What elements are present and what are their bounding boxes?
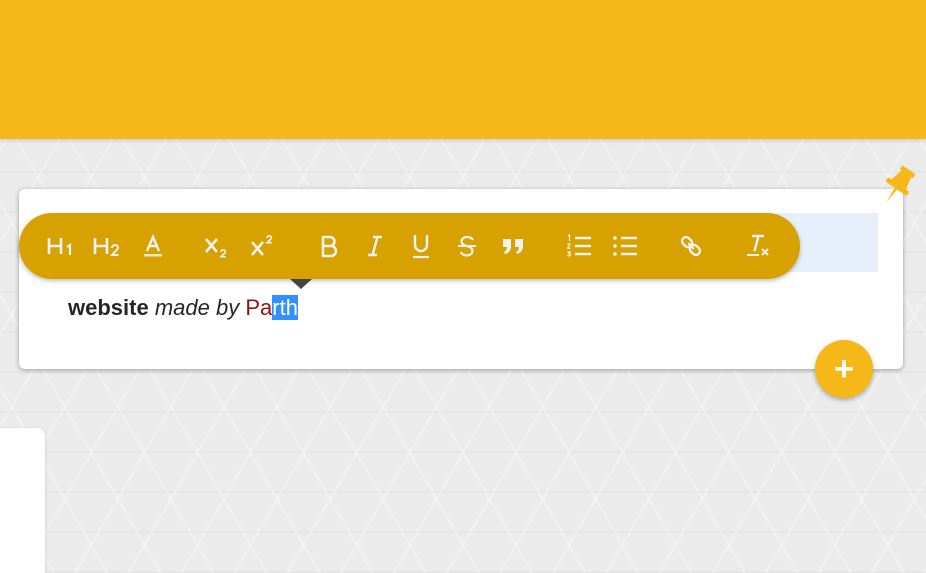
plus-icon: + — [834, 350, 854, 388]
superscript-button[interactable] — [247, 231, 279, 261]
bullet-list-button[interactable] — [609, 231, 641, 261]
heading-2-button[interactable] — [91, 231, 123, 261]
heading-1-button[interactable] — [45, 231, 77, 261]
clear-format-button[interactable] — [741, 231, 773, 261]
italic-button[interactable] — [359, 231, 391, 261]
text-color-button[interactable] — [137, 231, 169, 261]
toolbar-pointer-arrow — [290, 279, 312, 289]
app-header-bar — [0, 0, 926, 139]
add-note-button[interactable]: + — [815, 340, 873, 398]
link-button[interactable] — [675, 231, 707, 261]
bold-text: website — [68, 295, 149, 320]
pin-icon[interactable] — [872, 162, 922, 212]
clear-format-icon — [743, 232, 771, 260]
italic-text: made by — [154, 295, 240, 320]
bold-button[interactable] — [313, 231, 345, 261]
underline-icon — [409, 232, 433, 260]
ordered-list-button[interactable] — [563, 231, 595, 261]
side-note-card[interactable] — [0, 428, 45, 573]
selected-text: rth — [272, 295, 298, 320]
blockquote-button[interactable] — [497, 231, 529, 261]
subscript-button[interactable] — [201, 231, 233, 261]
h2-icon — [92, 234, 122, 258]
subscript-icon — [202, 233, 232, 259]
link-icon — [677, 232, 705, 260]
format-toolbar — [19, 213, 800, 279]
h1-icon — [46, 234, 76, 258]
strikethrough-button[interactable] — [451, 231, 483, 261]
bullet-list-icon — [611, 233, 639, 259]
ordered-list-icon — [565, 233, 593, 259]
underline-button[interactable] — [405, 231, 437, 261]
note-body-text[interactable]: website made by Parth — [68, 295, 298, 321]
font-color-icon — [140, 233, 166, 259]
colored-text: Pa — [245, 295, 273, 320]
bold-icon — [317, 233, 341, 259]
superscript-icon — [248, 233, 278, 259]
quote-icon — [500, 234, 526, 258]
strikethrough-icon — [455, 233, 479, 259]
italic-icon — [363, 233, 387, 259]
